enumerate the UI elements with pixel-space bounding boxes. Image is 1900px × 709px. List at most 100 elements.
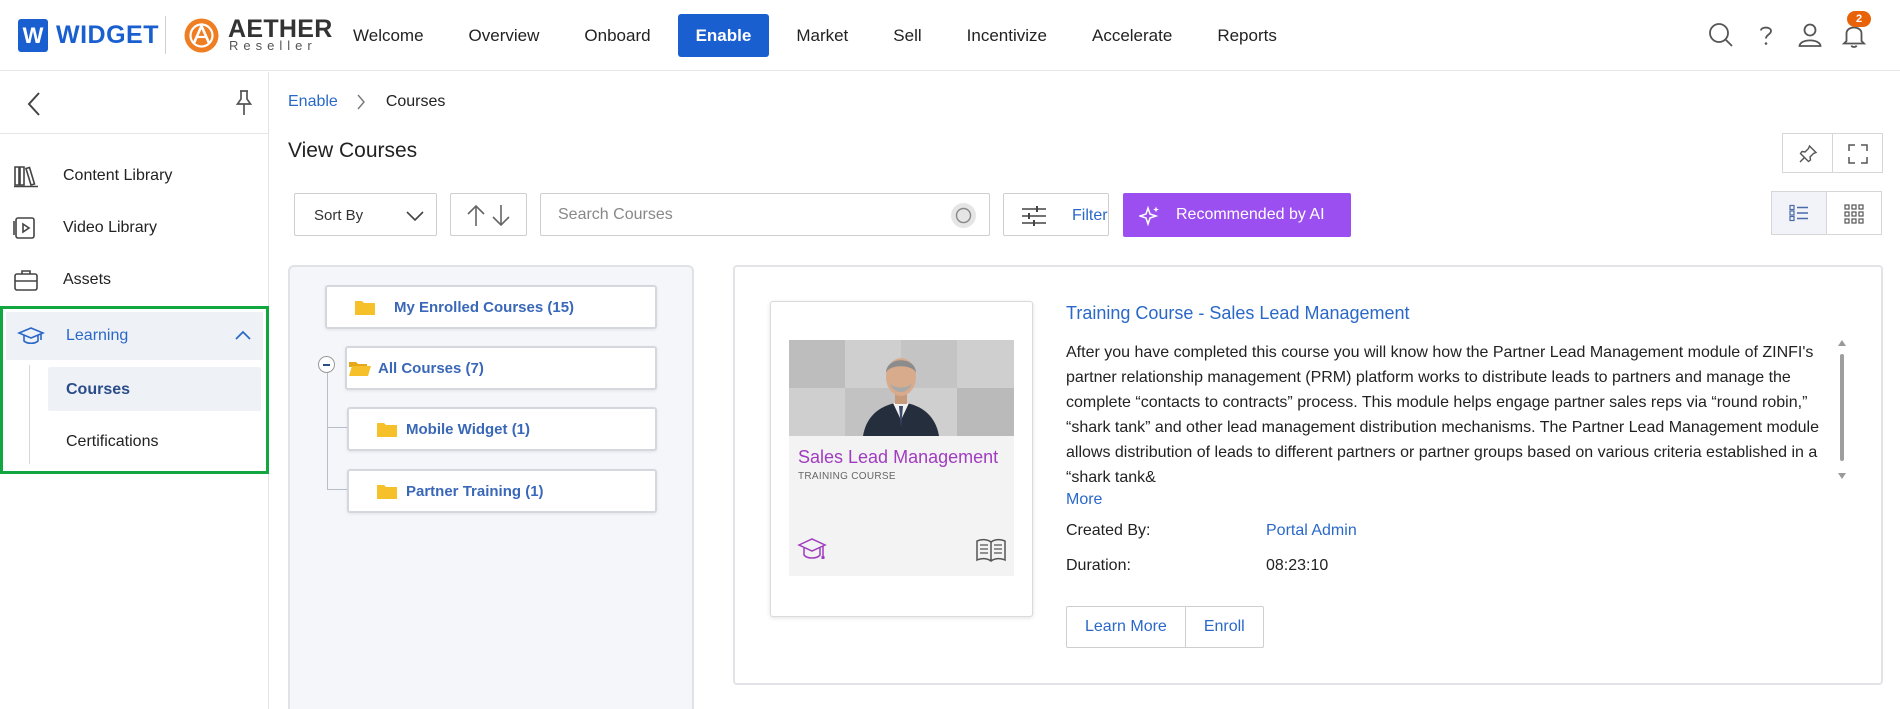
nav-onboard[interactable]: Onboard [566,14,668,57]
chevron-down-icon [406,211,424,222]
nav-reports[interactable]: Reports [1199,14,1295,57]
sidebar-item-assets[interactable]: Assets [0,255,268,305]
more-link[interactable]: More [1066,490,1102,510]
filter-label: Filter [1072,207,1108,224]
folder-icon [355,301,375,315]
tree-node-all-courses[interactable]: All Courses (7) [345,346,657,390]
course-title-link[interactable]: Training Course - Sales Lead Management [1066,302,1410,324]
scroll-down-arrow-icon[interactable] [1838,473,1846,479]
aether-logo-subtitle: Reseller [229,38,317,53]
widget-logo-text[interactable]: WIDGET [56,20,159,50]
pin-page-button[interactable] [1782,133,1833,173]
scroll-thumb[interactable] [1840,354,1844,461]
enroll-button[interactable]: Enroll [1184,607,1263,647]
search-input[interactable] [558,204,938,226]
sliders-icon [1022,206,1046,226]
main-nav: Welcome Overview Onboard Enable Market S… [335,14,1304,57]
tree-connector [327,489,347,490]
fullscreen-button[interactable] [1832,133,1883,173]
page-title: View Courses [288,139,418,162]
nav-overview[interactable]: Overview [451,14,558,57]
scroll-up-arrow-icon[interactable] [1838,340,1846,346]
thumbnail-subtitle: TRAINING COURSE [798,471,896,482]
list-view-button[interactable] [1771,191,1827,235]
tree-node-label: My Enrolled Courses (15) [394,299,575,316]
course-description: After you have completed this course you… [1066,340,1836,482]
tree-connector [327,427,347,428]
sidebar: Content Library Video Library Assets Lea… [0,72,269,709]
arrow-down-icon [492,205,510,227]
learn-more-button[interactable]: Learn More [1067,607,1185,647]
created-by-link[interactable]: Portal Admin [1266,521,1357,541]
tree-node-label: Mobile Widget (1) [406,421,531,438]
widget-logo-mark[interactable]: W [18,19,48,52]
pin-sidebar-icon[interactable] [234,89,254,117]
folder-open-icon [349,362,371,376]
sidebar-item-courses[interactable]: Courses [48,367,261,411]
sidebar-item-label: Content Library [63,167,173,184]
sidebar-item-video-library[interactable]: Video Library [0,203,268,253]
sidebar-subitem-label: Certifications [66,433,159,450]
recommended-by-ai-button[interactable]: Recommended by AI [1123,193,1351,237]
course-thumbnail-image: Sales Lead Management TRAINING COURSE [789,340,1014,576]
briefcase-icon [14,270,38,291]
sidebar-item-content-library[interactable]: Content Library [0,151,268,201]
sort-direction-button[interactable] [450,193,527,236]
pin-icon [1799,144,1817,163]
collapse-toggle-icon[interactable] [318,356,335,373]
nav-market[interactable]: Market [778,14,866,57]
grid-view-icon [1844,204,1864,224]
breadcrumb-current: Courses [385,93,446,110]
search-icon [955,207,972,224]
tree-node-partner-training[interactable]: Partner Training (1) [347,469,657,513]
created-by-label: Created By: [1066,522,1151,539]
folder-icon [377,485,397,499]
list-view-icon [1789,204,1808,222]
submenu-rail [29,365,30,464]
search-icon[interactable] [1707,21,1735,49]
nav-incentivize[interactable]: Incentivize [949,14,1065,57]
tree-node-mobile-widget[interactable]: Mobile Widget (1) [347,407,657,451]
learning-section: Learning Courses Certifications [0,306,269,474]
course-actions: Learn More Enroll [1066,606,1264,648]
book-icon [976,538,1006,562]
top-bar: W WIDGET AETHER Reseller Welcome Overvie… [0,0,1900,71]
sidebar-item-label: Assets [63,271,112,288]
sort-by-label: Sort By [314,207,364,224]
tree-node-label: Partner Training (1) [406,483,544,500]
description-scrollbar[interactable] [1836,340,1848,482]
aether-logo-icon [184,18,219,53]
duration-value: 08:23:10 [1266,557,1329,574]
chevron-right-icon [357,94,365,110]
breadcrumb-enable[interactable]: Enable [288,93,338,111]
help-icon[interactable] [1752,21,1780,49]
user-icon[interactable] [1796,21,1824,49]
nav-sell[interactable]: Sell [875,14,939,57]
breadcrumb: Enable Courses [288,92,445,112]
search-box [540,193,990,236]
sidebar-item-learning[interactable]: Learning [6,312,263,360]
nav-accelerate[interactable]: Accelerate [1074,14,1190,57]
folder-icon [377,423,397,437]
instructor-photo [789,340,1014,436]
course-description-text: After you have completed this course you… [1066,344,1820,482]
duration-label: Duration: [1066,557,1131,574]
course-thumbnail[interactable]: Sales Lead Management TRAINING COURSE [770,301,1033,617]
logo-divider [165,16,166,54]
tree-node-label: All Courses (7) [378,360,484,377]
nav-welcome[interactable]: Welcome [335,14,442,57]
nav-enable[interactable]: Enable [677,14,770,57]
grid-view-button[interactable] [1826,191,1882,235]
tree-connector [327,373,328,490]
chevron-up-icon[interactable] [234,329,252,341]
collapse-sidebar-icon[interactable] [22,89,46,119]
notification-badge: 2 [1847,11,1871,27]
video-icon [13,217,35,239]
fullscreen-icon [1847,144,1868,164]
sidebar-item-certifications[interactable]: Certifications [48,419,261,463]
sidebar-subitem-label: Courses [66,381,131,398]
filter-button[interactable]: Filter [1003,193,1109,236]
sort-by-dropdown[interactable]: Sort By [294,193,437,236]
tree-node-enrolled[interactable]: My Enrolled Courses (15) [325,285,657,329]
search-submit-button[interactable] [951,203,976,228]
